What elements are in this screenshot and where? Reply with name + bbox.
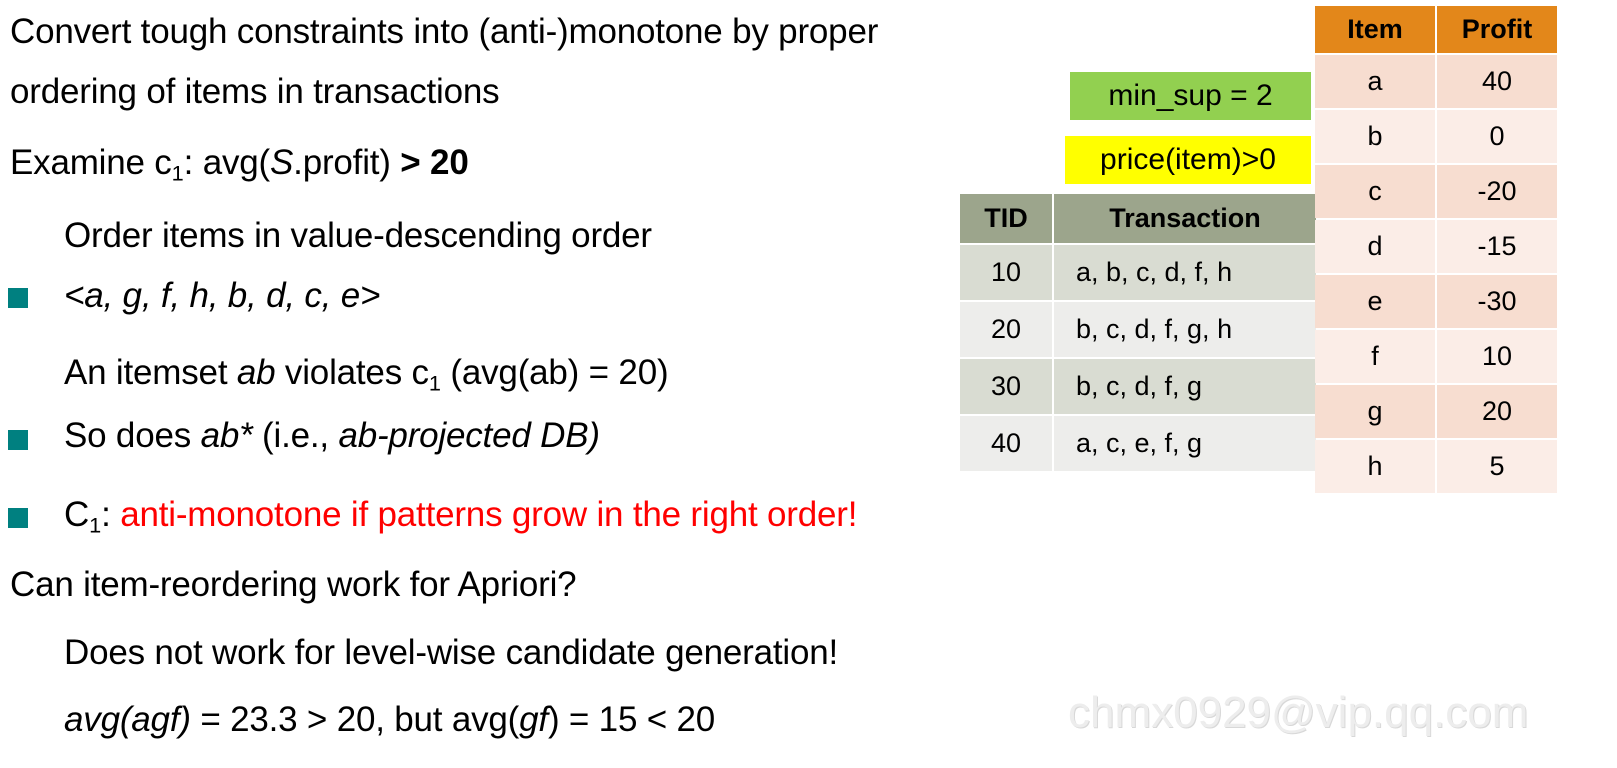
transaction-table: TID Transaction 10 a, b, c, d, f, h 20 b… bbox=[958, 192, 1318, 473]
cell-transaction: b, c, d, f, g, h bbox=[1054, 302, 1316, 357]
avg-text-1: = 23.3 > 20, but avg( bbox=[190, 700, 520, 739]
avg-italic-agf: avg(agf) bbox=[64, 700, 191, 739]
table-row: c -20 bbox=[1315, 165, 1557, 218]
min-sup-label: min_sup = 2 bbox=[1108, 79, 1273, 112]
cell-profit: 5 bbox=[1437, 440, 1557, 493]
table-row: a 40 bbox=[1315, 55, 1557, 108]
price-constraint-callout: price(item)>0 bbox=[1065, 136, 1311, 184]
text-line-avg-example: avg(agf) = 23.3 > 20, but avg(gf) = 15 <… bbox=[64, 702, 715, 737]
bullet-square-icon bbox=[8, 508, 28, 528]
table-row: 30 b, c, d, f, g bbox=[960, 359, 1316, 414]
price-label: price(item)>0 bbox=[1100, 143, 1276, 176]
cell-item: e bbox=[1315, 275, 1435, 328]
table-header-row: Item Profit bbox=[1315, 6, 1557, 53]
bullet-square-icon bbox=[8, 430, 28, 450]
text-line-does-not-work: Does not work for level-wise candidate g… bbox=[64, 633, 839, 672]
cell-item: b bbox=[1315, 110, 1435, 163]
text-line-order-items: Order items in value-descending order bbox=[64, 216, 652, 255]
item-profit-table: Item Profit a 40 b 0 c -20 d -15 e -30 f… bbox=[1313, 4, 1559, 495]
cell-item: f bbox=[1315, 330, 1435, 383]
antimono-red-text: anti-monotone if patterns grow in the ri… bbox=[120, 495, 858, 534]
col-header-tid: TID bbox=[960, 194, 1052, 243]
antimono-prefix: C bbox=[64, 495, 90, 534]
col-header-transaction: Transaction bbox=[1054, 194, 1316, 243]
text-line-examine: Examine c1: avg(S.profit) > 20 bbox=[10, 145, 469, 184]
cell-tid: 30 bbox=[960, 359, 1052, 414]
cell-tid: 20 bbox=[960, 302, 1052, 357]
item-order-sequence: <a, g, f, h, b, d, c, e> bbox=[64, 276, 381, 315]
itemset-mid: violates c bbox=[275, 353, 429, 392]
table-row: 10 a, b, c, d, f, h bbox=[960, 245, 1316, 300]
antimono-colon: : bbox=[101, 495, 121, 534]
avg-text-2: ) = 15 < 20 bbox=[547, 700, 716, 739]
cell-item: h bbox=[1315, 440, 1435, 493]
col-header-item: Item bbox=[1315, 6, 1435, 53]
slide-canvas: Convert tough constraints into (anti-)mo… bbox=[0, 0, 1617, 768]
examine-suffix: : avg( bbox=[183, 143, 271, 182]
col-header-profit: Profit bbox=[1437, 6, 1557, 53]
min-sup-callout: min_sup = 2 bbox=[1070, 72, 1311, 120]
examine-prefix: Examine c bbox=[10, 143, 172, 182]
cell-profit: -20 bbox=[1437, 165, 1557, 218]
table-row: e -30 bbox=[1315, 275, 1557, 328]
table-row: g 20 bbox=[1315, 385, 1557, 438]
cell-transaction: b, c, d, f, g bbox=[1054, 359, 1316, 414]
text-line-anti-monotone: C1: anti-monotone if patterns grow in th… bbox=[64, 497, 857, 536]
antimono-subscript: 1 bbox=[89, 512, 102, 538]
cell-profit: -30 bbox=[1437, 275, 1557, 328]
table-row: b 0 bbox=[1315, 110, 1557, 163]
bullet-square-icon bbox=[8, 288, 28, 308]
cell-transaction: a, b, c, d, f, h bbox=[1054, 245, 1316, 300]
table-row: d -15 bbox=[1315, 220, 1557, 273]
avg-italic-gf: gf bbox=[519, 700, 548, 739]
text-line-can-reorder: Can item-reordering work for Apriori? bbox=[10, 565, 577, 604]
watermark-text: chmx0929@vip.qq.com bbox=[1068, 688, 1529, 737]
itemset-suffix: (avg(ab) = 20) bbox=[440, 353, 669, 392]
sodoes-mid: (i.e., bbox=[252, 416, 339, 455]
cell-transaction: a, c, e, f, g bbox=[1054, 416, 1316, 471]
cell-tid: 10 bbox=[960, 245, 1052, 300]
text-line-convert: Convert tough constraints into (anti-)mo… bbox=[10, 12, 879, 51]
table-row: 40 a, c, e, f, g bbox=[960, 416, 1316, 471]
text-line-ordering: ordering of items in transactions bbox=[10, 72, 500, 111]
cell-profit: 40 bbox=[1437, 55, 1557, 108]
examine-tail: .profit) bbox=[293, 143, 401, 182]
cell-tid: 40 bbox=[960, 416, 1052, 471]
table-row: h 5 bbox=[1315, 440, 1557, 493]
cell-profit: -15 bbox=[1437, 220, 1557, 273]
text-line-item-order: <a, g, f, h, b, d, c, e> bbox=[64, 278, 380, 313]
cell-item: d bbox=[1315, 220, 1435, 273]
cell-profit: 20 bbox=[1437, 385, 1557, 438]
examine-subscript: 1 bbox=[171, 160, 184, 186]
sodoes-italic-projected: ab-projected DB) bbox=[338, 416, 600, 455]
cell-item: c bbox=[1315, 165, 1435, 218]
sodoes-prefix: So does bbox=[64, 416, 201, 455]
cell-profit: 0 bbox=[1437, 110, 1557, 163]
examine-italic-s: S bbox=[270, 143, 294, 182]
itemset-italic-ab: ab bbox=[236, 353, 276, 392]
table-row: 20 b, c, d, f, g, h bbox=[960, 302, 1316, 357]
itemset-subscript: 1 bbox=[428, 370, 441, 396]
text-line-itemset-violates: An itemset ab violates c1 (avg(ab) = 20) bbox=[64, 353, 669, 396]
itemset-prefix: An itemset bbox=[64, 353, 237, 392]
table-header-row: TID Transaction bbox=[960, 194, 1316, 243]
cell-item: g bbox=[1315, 385, 1435, 438]
cell-item: a bbox=[1315, 55, 1435, 108]
text-line-so-does: So does ab* (i.e., ab-projected DB) bbox=[64, 418, 600, 453]
sodoes-italic-abstar: ab* bbox=[200, 416, 253, 455]
cell-profit: 10 bbox=[1437, 330, 1557, 383]
examine-operator: > 20 bbox=[400, 143, 469, 182]
table-row: f 10 bbox=[1315, 330, 1557, 383]
